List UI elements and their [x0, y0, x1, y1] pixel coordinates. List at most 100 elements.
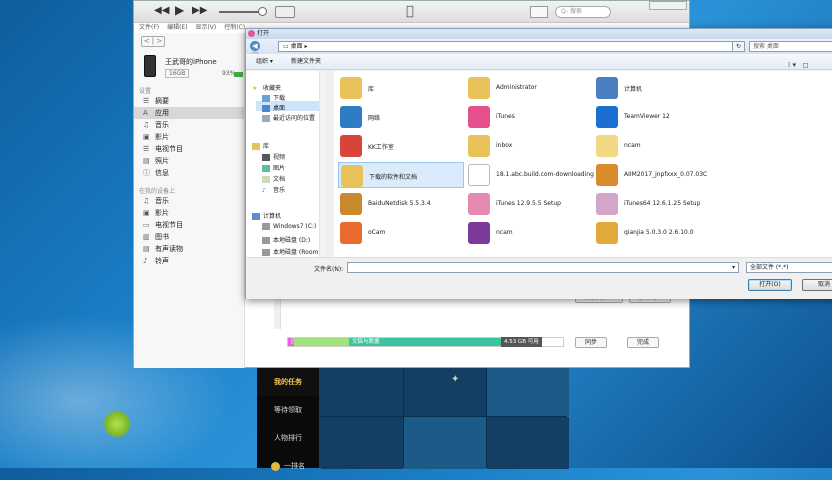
nav-libraries[interactable]: 库	[252, 141, 269, 150]
nav-item-desktop[interactable]: 桌面	[262, 103, 285, 112]
file-item[interactable]: ncam	[594, 133, 720, 159]
sidebar-item-device-music[interactable]: ♫ 音乐	[134, 195, 244, 207]
file-item[interactable]: 18.1.abc.build.com-downloading	[466, 162, 594, 188]
nav-item-recent[interactable]: 最近访问的位置	[262, 113, 315, 122]
done-button[interactable]: 完成	[627, 337, 660, 348]
sidebar-item-label: 应用	[155, 109, 169, 117]
back-forward-buttons[interactable]: < | >	[141, 36, 165, 47]
menu-control[interactable]: 控制(C)	[224, 24, 245, 31]
network-icon	[340, 106, 362, 128]
tile[interactable]	[404, 417, 486, 469]
filetype-select[interactable]: 全部文件 (*.*)	[746, 262, 832, 273]
back-arrow-icon[interactable]: ◀	[250, 41, 260, 51]
tile[interactable]	[404, 368, 486, 416]
filename-input[interactable]	[347, 262, 739, 273]
sidebar-item-device-movies[interactable]: ▣ 影片	[134, 207, 244, 219]
file-item[interactable]: Administrator	[466, 75, 592, 101]
back-forward-buttons: ◀ ▶	[250, 41, 272, 61]
file-item[interactable]: 网络	[338, 104, 464, 130]
nav-libraries-label: 库	[263, 143, 270, 150]
open-button[interactable]: 打开(O)	[748, 279, 792, 291]
nav-item-label: 桌面	[273, 105, 286, 112]
tile-side-item-rank[interactable]: 一排名	[257, 452, 319, 480]
sidebar-item-label: 有声读物	[155, 245, 183, 253]
file-item[interactable]: qianjia 5.0.3.0 2.6.10.0	[594, 220, 720, 246]
next-track-button[interactable]: ▶▶	[192, 5, 207, 16]
file-item[interactable]: AIIM2017_jnpfxxx_0.07.03C	[594, 162, 720, 188]
nav-item-drive-c[interactable]: Windows7 (C:)	[262, 223, 316, 230]
nav-favorites[interactable]: ★ 收藏夹	[252, 83, 281, 92]
file-item-label: qianjia 5.0.3.0 2.6.10.0	[624, 229, 694, 236]
play-button[interactable]: ▶	[175, 3, 184, 17]
window-controls[interactable]	[649, 1, 687, 10]
menu-edit[interactable]: 编辑(E)	[167, 24, 187, 31]
nav-item-drive-room[interactable]: 本地磁盘 (Room...	[262, 247, 324, 256]
breadcrumb-chevron-icon[interactable]: ▸	[305, 43, 308, 50]
sidebar-item-movies[interactable]: ▣ 影片	[134, 131, 244, 143]
file-item[interactable]: BaiduNetdisk 5.5.3.4	[338, 191, 464, 217]
new-folder-button[interactable]: 新建文件夹	[291, 54, 321, 70]
airplay-button[interactable]	[275, 6, 295, 18]
nav-item-videos[interactable]: 视频	[262, 152, 285, 161]
file-item[interactable]: TeamViewer 12	[594, 104, 720, 130]
navigation-scrollbar[interactable]	[319, 71, 326, 257]
volume-slider-knob[interactable]	[258, 7, 267, 16]
refresh-icon[interactable]: ↻	[732, 41, 745, 52]
file-item[interactable]: iTunes 12.9.5.5 Setup	[466, 191, 592, 217]
sidebar-item-device-books[interactable]: ▥ 图书	[134, 231, 244, 243]
previous-track-button[interactable]: ◀◀	[154, 5, 169, 16]
address-input[interactable]: ▭ 桌面 ▸	[278, 41, 745, 52]
nav-item-music[interactable]: ♪ 音乐	[262, 185, 285, 194]
file-item[interactable]: 库	[338, 75, 464, 101]
computer-icon	[596, 77, 618, 99]
nav-item-pictures[interactable]: 图片	[262, 163, 285, 172]
list-view-button[interactable]	[530, 6, 548, 18]
file-item-label: KK工作室	[368, 144, 394, 151]
file-item[interactable]: oCam	[338, 220, 464, 246]
file-item[interactable]: inbox	[466, 133, 592, 159]
tile[interactable]	[321, 417, 403, 469]
tile[interactable]	[487, 417, 569, 469]
sidebar-item-label: 电视节目	[155, 145, 183, 153]
tile[interactable]	[321, 368, 403, 416]
file-item[interactable]: KK工作室	[338, 133, 464, 159]
filename-dropdown-icon[interactable]: ▾	[732, 264, 735, 271]
sidebar-item-summary[interactable]: ☰ 摘要	[134, 95, 244, 107]
tile[interactable]	[487, 368, 569, 416]
menu-view[interactable]: 显示(V)	[195, 24, 216, 31]
cancel-button[interactable]: 取消	[802, 279, 832, 291]
sidebar-item-device-ringtones[interactable]: ♪ 铃声	[134, 255, 244, 267]
file-item[interactable]: 计算机	[594, 75, 720, 101]
dialog-search-input[interactable]: 搜索 桌面	[749, 41, 832, 52]
tile-side-item-ranking[interactable]: 人物排行	[257, 424, 319, 452]
file-item[interactable]: iTunes	[466, 104, 592, 130]
sidebar-item-info[interactable]: ⓘ 信息	[134, 167, 244, 179]
sync-button[interactable]: 同步	[575, 337, 608, 348]
tile-side-item-my-tasks[interactable]: 我的任务	[257, 368, 319, 396]
apple-logo-icon: 	[406, 4, 414, 19]
nav-item-drive-d[interactable]: 本地磁盘 (D:)	[262, 235, 310, 244]
sidebar-item-tv-shows[interactable]: ☰ 电视节目	[134, 143, 244, 155]
apps-icon: A	[143, 109, 148, 117]
nav-item-downloads[interactable]: 下载	[262, 93, 285, 102]
sidebar-item-apps[interactable]: A 应用	[134, 107, 244, 119]
organize-button[interactable]: 组织 ▾	[256, 54, 273, 70]
sidebar-item-device-tv[interactable]: ▭ 电视节目	[134, 219, 244, 231]
file-item[interactable]: 下载的软件和文档	[338, 162, 464, 188]
file-item-label: iTunes	[496, 113, 515, 120]
sidebar-item-music[interactable]: ♫ 音乐	[134, 119, 244, 131]
nav-computer[interactable]: 计算机	[252, 211, 281, 220]
menu-file[interactable]: 文件(F)	[139, 24, 159, 31]
file-item[interactable]: ncam	[466, 220, 592, 246]
iphone-icon	[144, 55, 156, 77]
nav-item-documents[interactable]: 文档	[262, 174, 285, 183]
sidebar-item-device-audiobooks[interactable]: ▤ 有声读物	[134, 243, 244, 255]
file-item[interactable]: iTunes64 12.6.1.25 Setup	[594, 191, 720, 217]
sidebar-item-photos[interactable]: ▤ 照片	[134, 155, 244, 167]
sidebar-item-label: 影片	[155, 209, 169, 217]
folder-icon	[596, 135, 618, 157]
desktop-folder-icon: ▭	[283, 43, 291, 50]
film-icon: ▣	[143, 209, 150, 217]
tile-side-item-pending[interactable]: 等待领取	[257, 396, 319, 424]
itunes-search-input[interactable]: Q- 搜索	[555, 6, 611, 18]
